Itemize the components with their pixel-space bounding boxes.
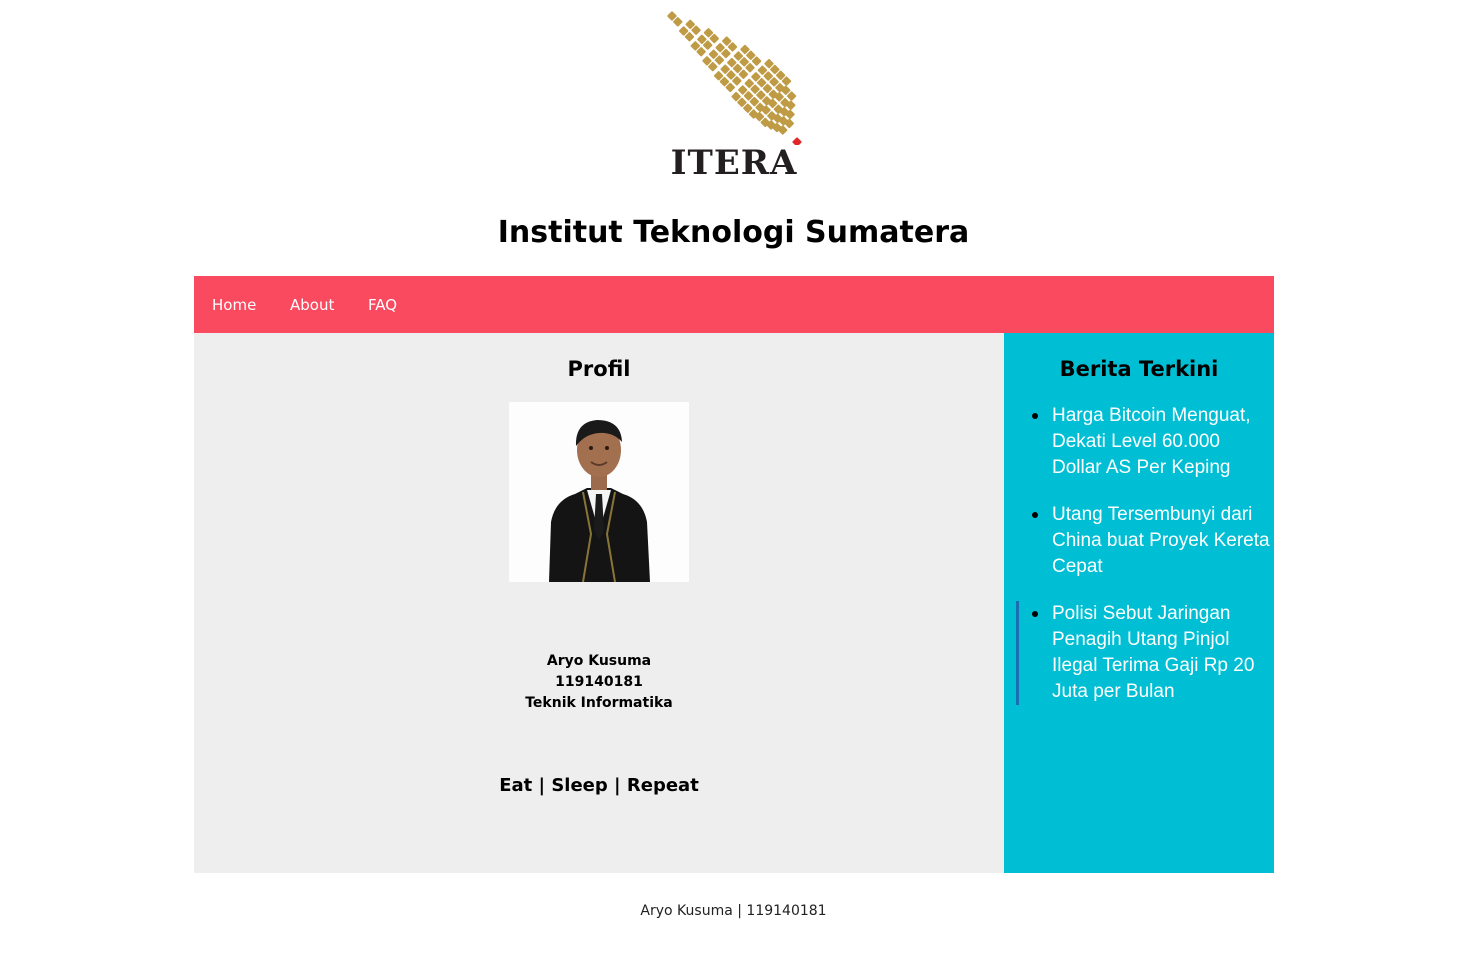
bullet-icon bbox=[1032, 512, 1038, 518]
news-item-text: Utang Tersembunyi dari China buat Proyek… bbox=[1052, 504, 1270, 577]
news-list: Harga Bitcoin Menguat, Dekati Level 60.0… bbox=[1004, 403, 1274, 726]
news-item-active[interactable]: Polisi Sebut Jaringan Penagih Utang Pinj… bbox=[1004, 601, 1274, 705]
profile-info: Aryo Kusuma 119140181 Teknik Informatika bbox=[194, 651, 1004, 714]
nav-about-link[interactable]: About bbox=[290, 295, 334, 315]
news-sidebar: Berita Terkini Harga Bitcoin Menguat, De… bbox=[1004, 333, 1274, 873]
nav-faq-link[interactable]: FAQ bbox=[368, 295, 397, 315]
profile-nim: 119140181 bbox=[555, 674, 643, 690]
page-footer: Aryo Kusuma | 119140181 bbox=[0, 900, 1467, 922]
person-photo-icon bbox=[509, 402, 689, 582]
profile-photo bbox=[509, 402, 689, 582]
bullet-icon bbox=[1032, 413, 1038, 419]
logo-text: ITERA bbox=[670, 143, 798, 183]
news-title: Berita Terkini bbox=[1059, 357, 1219, 381]
page-header: ITERA Institut Teknologi Sumatera bbox=[0, 0, 1467, 276]
news-item-text: Harga Bitcoin Menguat, Dekati Level 60.0… bbox=[1052, 405, 1251, 478]
footer-text: Aryo Kusuma | 119140181 bbox=[640, 903, 827, 919]
sumatra-island-logo-icon bbox=[667, 11, 802, 147]
active-indicator bbox=[1016, 601, 1019, 705]
itera-logo: ITERA bbox=[662, 10, 806, 183]
navbar: Home About FAQ bbox=[194, 276, 1274, 333]
site-title: Institut Teknologi Sumatera bbox=[497, 215, 970, 250]
profile-title: Profil bbox=[567, 357, 631, 381]
bullet-icon bbox=[1032, 611, 1038, 617]
profile-major: Teknik Informatika bbox=[525, 695, 673, 711]
news-item[interactable]: Harga Bitcoin Menguat, Dekati Level 60.0… bbox=[1004, 403, 1274, 481]
profile-section: Profil Aryo Kusuma 119140181 Teknik Info… bbox=[194, 333, 1004, 873]
profile-name: Aryo Kusuma bbox=[546, 653, 652, 669]
news-item[interactable]: Utang Tersembunyi dari China buat Proyek… bbox=[1004, 502, 1274, 580]
news-item-text: Polisi Sebut Jaringan Penagih Utang Pinj… bbox=[1052, 603, 1255, 702]
profile-motto: Eat | Sleep | Repeat bbox=[499, 775, 699, 796]
nav-home-link[interactable]: Home bbox=[212, 295, 256, 315]
